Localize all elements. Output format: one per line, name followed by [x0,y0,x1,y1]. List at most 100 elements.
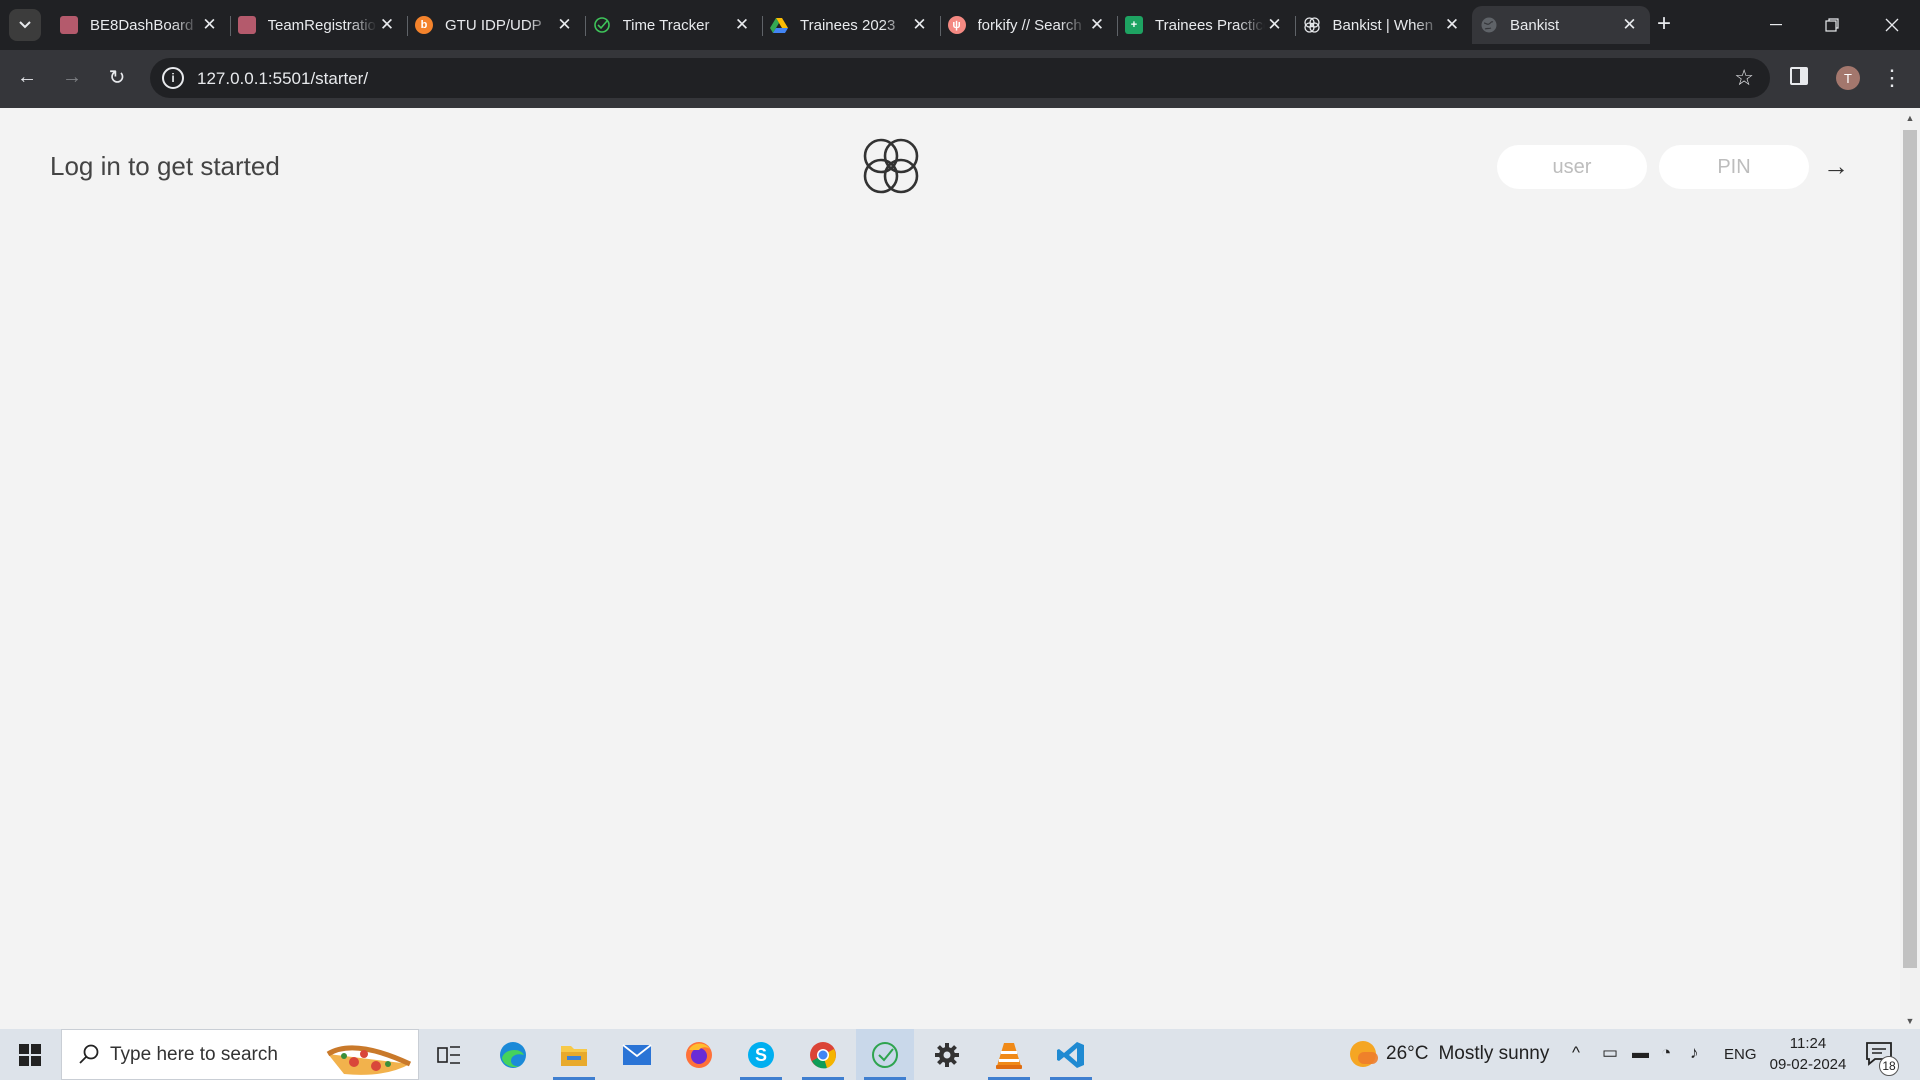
volume-icon[interactable]: ♪ [1690,1043,1699,1063]
vscode-app[interactable] [1042,1029,1100,1080]
minimize-icon [1770,24,1782,26]
close-icon[interactable]: ✕ [1620,15,1640,35]
login-pin-input[interactable] [1659,145,1809,189]
chrome-icon [810,1041,836,1068]
chrome-app[interactable] [794,1029,852,1080]
side-panel-icon[interactable] [1790,67,1808,85]
folder-icon [561,1045,587,1066]
firefox-app[interactable] [670,1029,728,1080]
clock-date: 09-02-2024 [1769,1056,1847,1073]
app-icon [60,16,78,34]
edge-icon [500,1041,526,1068]
clock-check-icon [593,17,610,33]
close-window-button[interactable] [1864,0,1920,50]
tab-time-tracker[interactable]: Time Tracker ✕ [584,6,763,44]
close-icon[interactable]: ✕ [377,15,397,35]
vscode-icon [1057,1041,1084,1068]
tab-title: Trainees 2023 [800,16,896,34]
page-scrollbar[interactable]: ▲ ▼ [1900,108,1920,1029]
close-icon[interactable]: ✕ [910,15,930,35]
new-tab-button[interactable]: + [1650,10,1678,38]
tab-title: TeamRegistration [267,16,378,34]
reload-button[interactable]: ↻ [101,61,133,93]
wifi-icon[interactable]: ◔ [1661,1043,1671,1063]
arrow-right-icon: → [62,65,82,88]
close-icon[interactable]: ✕ [1087,15,1107,35]
app-icon [237,16,256,34]
login-arrow-button[interactable]: → [1818,148,1854,184]
svg-text:S: S [755,1045,767,1065]
tab-title: forkify // Search [977,16,1082,34]
settings-app[interactable] [918,1029,976,1080]
scroll-up-arrow[interactable]: ▲ [1904,112,1916,124]
start-button[interactable] [10,1039,50,1071]
restore-button[interactable] [1804,0,1860,50]
close-icon[interactable]: ✕ [200,15,220,35]
weather-sun-icon [1350,1041,1378,1067]
file-explorer-app[interactable] [545,1029,603,1080]
task-view-icon [437,1045,460,1064]
welcome-message: Log in to get started [50,151,280,181]
tab-title: Time Tracker [622,16,710,34]
weather-temp: 26°C [1386,1043,1429,1064]
close-icon[interactable]: ✕ [555,15,575,35]
chevron-up-icon[interactable]: ^ [1572,1043,1580,1063]
close-icon[interactable]: ✕ [1265,15,1285,35]
tab-title: BE8DashBoard [90,16,194,34]
tab-bankist-when[interactable]: Bankist | When ✕ [1294,6,1473,44]
arrow-left-icon: ← [17,65,37,88]
vlc-app[interactable] [980,1029,1038,1080]
mail-icon [622,1043,652,1065]
globe-icon [1481,17,1497,33]
bankist-logo-icon [863,138,919,194]
notification-count-badge: 18 [1879,1056,1899,1076]
windows-taskbar: Type here to search S 26°C Mostly sunny … [0,1029,1920,1080]
profile-avatar[interactable]: T [1836,66,1860,90]
tab-search-button[interactable] [9,9,41,41]
more-menu-icon[interactable]: ⋮ [1881,61,1903,95]
tab-trainees-drive[interactable]: Trainees 2023 ✕ [762,6,940,44]
page-content: Log in to get started → [0,108,1900,1029]
bookmark-star-icon[interactable]: ☆ [1734,65,1754,91]
weather-widget[interactable]: 26°C Mostly sunny [1350,1041,1549,1067]
gear-icon [935,1042,959,1067]
tab-trainees-practice[interactable]: + Trainees Practice ✕ [1117,6,1295,44]
mail-app[interactable] [608,1029,666,1080]
tab-teamregistration[interactable]: TeamRegistration ✕ [229,6,408,44]
clock[interactable]: 11:24 09-02-2024 [1768,1033,1848,1075]
back-button[interactable]: ← [11,61,43,93]
plus-icon: + [1656,10,1671,37]
scroll-thumb[interactable] [1903,130,1917,968]
tab-title: Bankist [1510,16,1560,34]
forward-button[interactable]: → [56,61,88,93]
meet-now-icon[interactable]: ▭ [1602,1043,1618,1063]
battery-icon[interactable]: ▬ [1632,1043,1649,1063]
login-user-input[interactable] [1497,145,1647,189]
time-tracker-app[interactable] [856,1029,914,1080]
restore-icon [1825,18,1839,32]
address-bar[interactable]: i 127.0.0.1:5501/starter/ ☆ [150,58,1770,98]
info-icon[interactable]: i [162,67,184,89]
language-indicator[interactable]: ENG [1724,1046,1757,1063]
tab-forkify[interactable]: ψ forkify // Search ✕ [939,6,1118,44]
tab-be8dashboard[interactable]: BE8DashBoard ✕ [52,6,230,44]
skype-icon: S [748,1041,774,1068]
tab-bankist-active[interactable]: Bankist ✕ [1472,6,1650,44]
browser-toolbar: ← → ↻ i 127.0.0.1:5501/starter/ ☆ [0,50,1920,108]
b-icon: b [415,16,433,34]
tab-gtu-idp[interactable]: b GTU IDP/UDP ✕ [407,6,585,44]
skype-app[interactable]: S [732,1029,790,1080]
url-text[interactable]: 127.0.0.1:5501/starter/ [197,69,368,89]
search-icon [79,1044,99,1064]
tab-title: GTU IDP/UDP [445,16,542,34]
weather-condition: Mostly sunny [1438,1043,1550,1064]
close-icon[interactable]: ✕ [1442,15,1462,35]
search-placeholder: Type here to search [110,1044,278,1065]
scroll-down-arrow[interactable]: ▼ [1904,1015,1916,1027]
minimize-button[interactable] [1748,0,1804,50]
task-view-button[interactable] [420,1029,478,1080]
clock-time: 11:24 [1789,1035,1827,1052]
edge-app[interactable] [484,1029,542,1080]
close-icon[interactable]: ✕ [732,15,752,35]
taskbar-search[interactable]: Type here to search [61,1029,419,1080]
